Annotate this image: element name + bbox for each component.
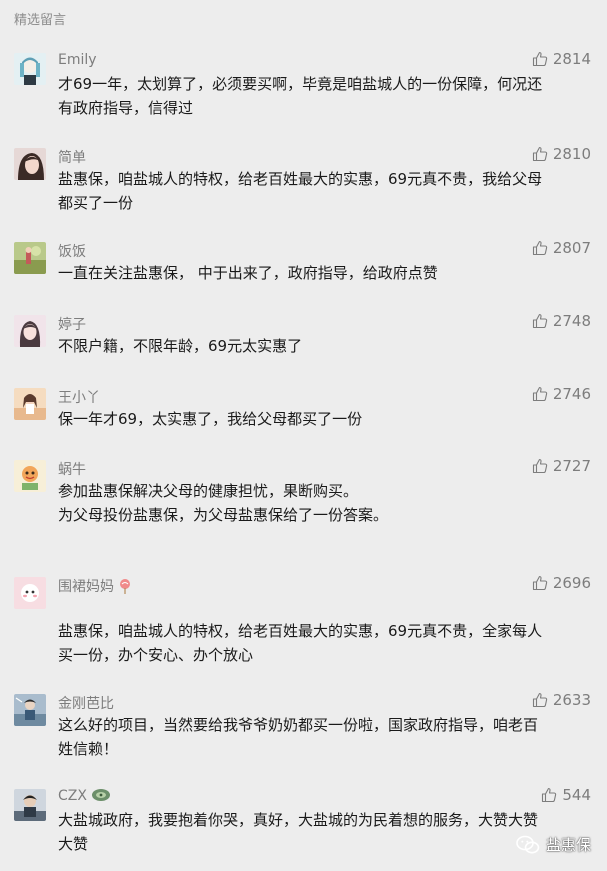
like-button[interactable]: 2633 [532, 691, 591, 709]
comment-line: 买一份，办个安心、办个放心 [58, 646, 254, 664]
like-button[interactable]: 2746 [532, 385, 591, 403]
comment-line: 大盐城政府，我要抱着你哭，真好，大盐城的为民着想的服务，大赞大赞 [58, 811, 539, 829]
like-count: 2696 [552, 574, 591, 592]
commenter-name[interactable]: 简单 [58, 147, 86, 167]
commenter-name[interactable]: 王小丫 [58, 387, 100, 407]
comment-text: 不限户籍，不限年龄，69元太实惠了 [58, 334, 598, 358]
like-button[interactable]: 2810 [532, 145, 591, 163]
like-count: 2727 [552, 457, 591, 475]
badge-icon [92, 789, 111, 801]
watermark-label: 盐惠保 [545, 836, 591, 854]
comment-text: 盐惠保，咱盐城人的特权，给老百姓最大的实惠，69元真不贵，全家每人 买一份，办个… [58, 619, 598, 667]
comment-text: 才69一年，太划算了，必须要买啊，毕竟是咱盐城人的一份保障，何况还 有政府指导，… [58, 72, 598, 120]
like-button[interactable]: 2748 [532, 312, 591, 330]
comment-text: 这么好的项目，当然要给我爷爷奶奶都买一份啦，国家政府指导，咱老百 姓信赖！ [58, 713, 598, 761]
like-button[interactable]: 2727 [532, 457, 591, 475]
comment-line: 才69一年，太划算了，必须要买啊，毕竟是咱盐城人的一份保障，何况还 [58, 75, 543, 93]
avatar[interactable] [14, 53, 46, 85]
like-count: 544 [562, 786, 591, 804]
thumbs-up-icon [532, 240, 547, 256]
commenter-name[interactable]: 饭饭 [58, 241, 86, 261]
like-button[interactable]: 2814 [532, 50, 591, 68]
like-count: 2746 [552, 385, 591, 403]
thumbs-up-icon [532, 692, 547, 708]
like-count: 2633 [552, 691, 591, 709]
commenter-name[interactable]: CZX [58, 788, 111, 804]
thumbs-up-icon [542, 787, 557, 803]
thumbs-up-icon [532, 575, 547, 591]
like-count: 2748 [552, 312, 591, 330]
like-button[interactable]: 544 [541, 786, 591, 804]
section-title: 精选留言 [14, 13, 67, 28]
like-count: 2810 [552, 145, 591, 163]
commenter-name[interactable]: 蜗牛 [58, 459, 86, 479]
thumbs-up-icon [532, 386, 547, 402]
comment-line: 盐惠保，咱盐城人的特权，给老百姓最大的实惠，69元真不贵，我给父母 [58, 170, 543, 188]
like-button[interactable]: 2807 [532, 239, 591, 257]
comment-text: 一直在关注盐惠保， 中于出来了，政府指导，给政府点赞 [58, 261, 598, 285]
comment-line: 参加盐惠保解决父母的健康担忧，果断购买。 [58, 482, 359, 500]
thumbs-up-icon [532, 51, 547, 67]
commenter-name[interactable]: 围裙妈妈 [58, 576, 132, 596]
avatar[interactable] [14, 242, 46, 274]
thumbs-up-icon [532, 146, 547, 162]
comment-line: 保一年才69，太实惠了，我给父母都买了一份 [58, 410, 363, 428]
avatar[interactable] [14, 577, 46, 609]
commenter-name[interactable]: 金刚芭比 [58, 693, 114, 713]
comment-line: 都买了一份 [58, 194, 134, 212]
avatar[interactable] [14, 148, 46, 180]
comment-line: 为父母投份盐惠保，为父母盐惠保给了一份答案。 [58, 506, 389, 524]
thumbs-up-icon [532, 313, 547, 329]
avatar[interactable] [14, 694, 46, 726]
like-count: 2814 [552, 50, 591, 68]
avatar[interactable] [14, 460, 46, 492]
commenter-name[interactable]: 婷子 [58, 314, 86, 334]
avatar[interactable] [14, 789, 46, 821]
avatar[interactable] [14, 315, 46, 347]
watermark: 盐惠保 [516, 834, 591, 855]
comment-line: 不限户籍，不限年龄，69元太实惠了 [58, 337, 303, 355]
comment-line: 有政府指导，信得过 [58, 99, 194, 117]
comment-line: 盐惠保，咱盐城人的特权，给老百姓最大的实惠，69元真不贵，全家每人 [58, 622, 543, 640]
commenter-name[interactable]: Emily [58, 52, 97, 68]
like-button[interactable]: 2696 [532, 574, 591, 592]
thumbs-up-icon [532, 458, 547, 474]
commenter-name-text: 围裙妈妈 [58, 579, 114, 595]
comment-text: 参加盐惠保解决父母的健康担忧，果断购买。 为父母投份盐惠保，为父母盐惠保给了一份… [58, 479, 598, 527]
comment-text: 保一年才69，太实惠了，我给父母都买了一份 [58, 407, 598, 431]
avatar[interactable] [14, 388, 46, 420]
like-count: 2807 [552, 239, 591, 257]
comment-line: 这么好的项目，当然要给我爷爷奶奶都买一份啦，国家政府指导，咱老百 [58, 716, 539, 734]
comment-text: 盐惠保，咱盐城人的特权，给老百姓最大的实惠，69元真不贵，我给父母 都买了一份 [58, 167, 598, 215]
commenter-name-text: CZX [58, 788, 87, 804]
comment-line: 一直在关注盐惠保， 中于出来了，政府指导，给政府点赞 [58, 264, 438, 282]
lollipop-icon [120, 579, 131, 594]
comment-line: 姓信赖！ [58, 740, 119, 758]
wechat-icon [516, 835, 540, 853]
